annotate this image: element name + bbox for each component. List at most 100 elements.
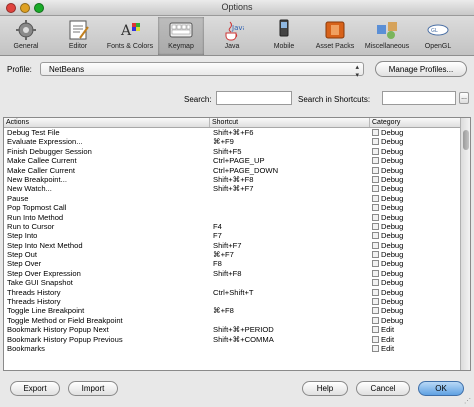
action-cell: Make Caller Current: [7, 165, 75, 175]
category-icon: [372, 147, 379, 155]
table-row[interactable]: Run Into Method Debug: [4, 213, 460, 222]
table-row[interactable]: Step Over F8 Debug: [4, 259, 460, 268]
vertical-scrollbar[interactable]: [460, 118, 470, 370]
action-cell: Bookmarks: [7, 343, 45, 353]
tab-asset-packs[interactable]: Asset Packs: [312, 17, 358, 55]
action-cell: New Watch...: [7, 184, 52, 194]
category-icon: [372, 232, 379, 240]
table-row[interactable]: Evaluate Expression... ⌘+F9 Debug: [4, 137, 460, 146]
help-button[interactable]: Help: [302, 381, 348, 396]
shortcut-cell[interactable]: ⌘+F7: [213, 250, 363, 259]
tab-editor[interactable]: Editor: [60, 17, 96, 55]
column-shortcut[interactable]: Shortcut: [210, 118, 370, 127]
shortcut-cell[interactable]: Shift+⌘+F6: [213, 128, 363, 137]
category-icon: [372, 344, 379, 352]
tab-general[interactable]: General: [6, 17, 46, 55]
table-row[interactable]: Take GUI Snapshot Debug: [4, 278, 460, 287]
shortcut-cell[interactable]: F4: [213, 222, 363, 231]
tab-opengl[interactable]: GL OpenGL: [418, 17, 458, 55]
cancel-button[interactable]: Cancel: [356, 381, 410, 396]
category-icon: [372, 251, 379, 259]
table-row[interactable]: Step Into F7 Debug: [4, 231, 460, 240]
shortcut-cell[interactable]: Shift+F7: [213, 241, 363, 250]
table-row[interactable]: Run to Cursor F4 Debug: [4, 222, 460, 231]
table-row[interactable]: Finish Debugger Session Shift+F5 Debug: [4, 147, 460, 156]
table-row[interactable]: Step Over Expression Shift+F8 Debug: [4, 269, 460, 278]
tab-java[interactable]: Java Java: [214, 17, 250, 55]
shortcut-cell[interactable]: ⌘+F8: [213, 306, 363, 315]
opengl-icon: GL: [427, 24, 449, 36]
tab-fonts-colors-label: Fonts & Colors: [106, 43, 154, 50]
table-row[interactable]: Threads History Debug: [4, 297, 460, 306]
shortcut-cell[interactable]: Shift+F8: [213, 269, 363, 278]
ok-button[interactable]: OK: [418, 381, 464, 396]
table-row[interactable]: Threads History Ctrl+Shift+T Debug: [4, 288, 460, 297]
shortcut-cell[interactable]: F7: [213, 231, 363, 240]
shortcut-cell[interactable]: Shift+⌘+F7: [213, 184, 363, 193]
table-row[interactable]: Toggle Line Breakpoint ⌘+F8 Debug: [4, 306, 460, 315]
table-row[interactable]: Pop Topmost Call Debug: [4, 203, 460, 212]
shortcut-cell[interactable]: Shift+⌘+F8: [213, 175, 363, 184]
tab-mobile[interactable]: Mobile: [266, 17, 302, 55]
shortcut-cell[interactable]: Ctrl+PAGE_DOWN: [213, 166, 363, 175]
action-cell: Step Into: [7, 231, 38, 241]
scrollbar-thumb[interactable]: [463, 130, 469, 150]
manage-profiles-button[interactable]: Manage Profiles...: [375, 61, 467, 77]
category-icon: [372, 298, 379, 306]
keymap-table: Actions Shortcut Category Debug Test Fil…: [3, 117, 471, 371]
category-label: Edit: [381, 343, 395, 353]
table-row[interactable]: Bookmark History Popup Previous Shift+⌘+C…: [4, 335, 460, 344]
category-icon: [372, 260, 379, 268]
tab-asset-packs-label: Asset Packs: [315, 43, 355, 50]
column-category[interactable]: Category: [370, 118, 460, 127]
tab-fonts-colors[interactable]: A Fonts & Colors: [104, 17, 156, 55]
import-button[interactable]: Import: [68, 381, 118, 396]
resize-grip-icon[interactable]: ⋰: [464, 397, 472, 405]
category-icon: [372, 166, 379, 174]
category-icon: [372, 157, 379, 165]
table-row[interactable]: Debug Test File Shift+⌘+F6 Debug: [4, 128, 460, 137]
shortcut-cell[interactable]: Ctrl+PAGE_UP: [213, 156, 363, 165]
table-row[interactable]: Toggle Method or Field Breakpoint Debug: [4, 316, 460, 325]
category-label: Debug: [381, 315, 404, 325]
action-cell: Toggle Method or Field Breakpoint: [7, 315, 123, 325]
table-row[interactable]: Bookmark History Popup Next Shift+⌘+PERIO…: [4, 325, 460, 334]
category-label: Debug: [381, 297, 404, 307]
search-input[interactable]: [216, 91, 292, 105]
tab-miscellaneous[interactable]: Miscellaneous: [362, 17, 412, 55]
fonts-colors-icon: A: [120, 23, 140, 39]
shortcut-cell[interactable]: F8: [213, 259, 363, 268]
shortcut-cell[interactable]: Shift+⌘+PERIOD: [213, 325, 363, 334]
table-row[interactable]: New Watch... Shift+⌘+F7 Debug: [4, 184, 460, 193]
shortcut-cell[interactable]: Shift+F5: [213, 147, 363, 156]
category-label: Debug: [381, 128, 404, 137]
shortcut-options-button[interactable]: ...: [459, 92, 469, 104]
table-row[interactable]: Pause Debug: [4, 194, 460, 203]
tab-keymap[interactable]: Keymap: [158, 17, 204, 55]
window-title: Options: [221, 2, 253, 12]
editor-icon: [69, 20, 89, 40]
category-label: Debug: [381, 221, 404, 231]
category-cell: Debug: [372, 297, 460, 306]
category-icon: [372, 185, 379, 193]
table-row[interactable]: Make Caller Current Ctrl+PAGE_DOWN Debug: [4, 166, 460, 175]
shortcut-cell[interactable]: Ctrl+Shift+T: [213, 288, 363, 297]
action-cell: Step Over: [7, 259, 42, 269]
export-button[interactable]: Export: [10, 381, 60, 396]
action-cell: Run to Cursor: [7, 221, 55, 231]
category-icon: [372, 204, 379, 212]
category-label: Debug: [381, 156, 404, 166]
shortcut-cell[interactable]: ⌘+F9: [213, 137, 363, 146]
table-row[interactable]: Bookmarks Edit: [4, 344, 460, 353]
shortcut-cell[interactable]: Shift+⌘+COMMA: [213, 335, 363, 344]
search-shortcuts-input[interactable]: [382, 91, 456, 105]
tab-miscellaneous-label: Miscellaneous: [364, 43, 410, 50]
profile-select[interactable]: NetBeans ▴ ▾: [40, 62, 364, 79]
category-cell: Debug: [372, 278, 460, 287]
category-icon: [372, 241, 379, 249]
table-row[interactable]: Make Callee Current Ctrl+PAGE_UP Debug: [4, 156, 460, 165]
table-row[interactable]: New Breakpoint... Shift+⌘+F8 Debug: [4, 175, 460, 184]
column-actions[interactable]: Actions: [4, 118, 210, 127]
table-row[interactable]: Step Out ⌘+F7 Debug: [4, 250, 460, 259]
table-row[interactable]: Step Into Next Method Shift+F7 Debug: [4, 241, 460, 250]
